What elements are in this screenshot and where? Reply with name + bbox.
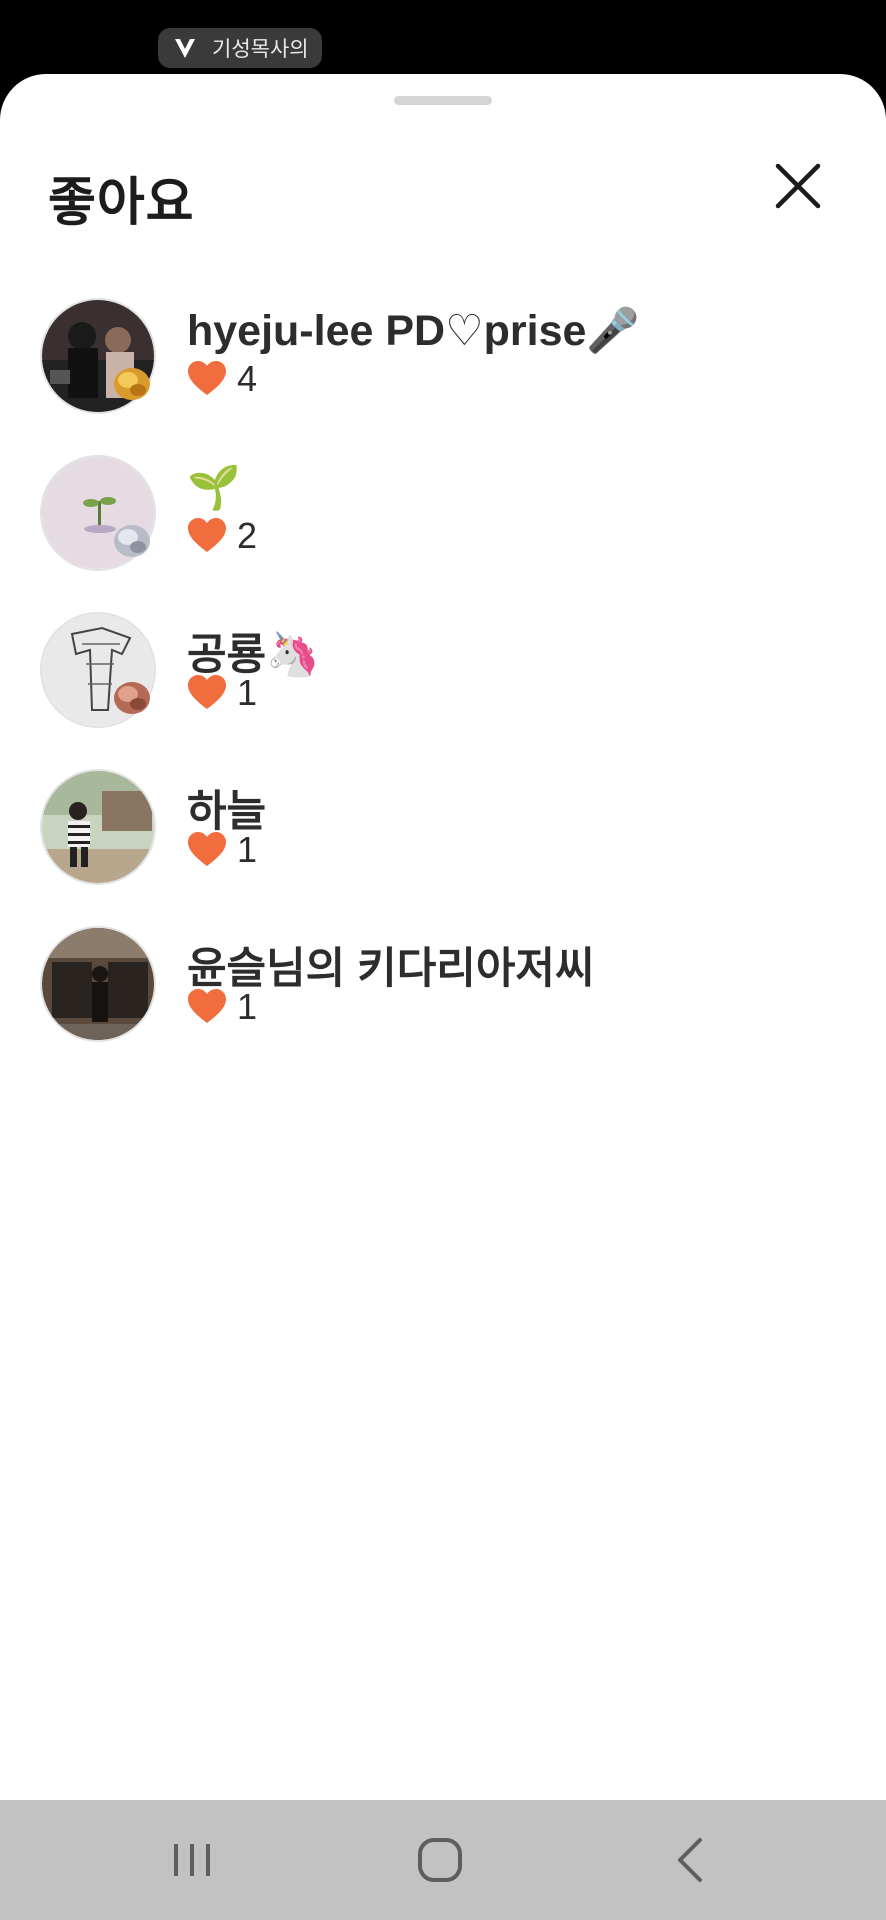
reaction-row: 1 [187, 672, 257, 714]
home-icon[interactable] [410, 1830, 470, 1890]
drag-handle[interactable] [394, 96, 492, 105]
like-count: 2 [237, 515, 258, 556]
heart-icon [188, 675, 226, 709]
avatar-photo [42, 928, 154, 1040]
heart-icon [188, 361, 226, 395]
list-item[interactable]: 🌱 2 [0, 449, 886, 579]
back-icon[interactable] [660, 1830, 720, 1890]
close-icon[interactable] [772, 160, 824, 212]
heart-icon [188, 989, 226, 1023]
list-item[interactable]: 윤슬님의 키다리아저씨 1 [0, 920, 886, 1050]
notification-text: 기성목사의 [212, 38, 309, 61]
heart-icon [188, 518, 226, 552]
bronze-badge-icon [114, 682, 150, 714]
reaction-row: 1 [187, 829, 257, 871]
likes-bottom-sheet: 좋아요 hyeju-lee PD♡prise🎤 4 🌱 2 공룡🦄 1 하늘 1… [0, 74, 886, 1800]
like-count: 1 [237, 986, 258, 1027]
like-count: 1 [237, 829, 258, 870]
list-item[interactable]: hyeju-lee PD♡prise🎤 4 [0, 292, 886, 422]
silver-badge-icon [114, 525, 150, 557]
list-item[interactable]: 공룡🦄 1 [0, 606, 886, 736]
navigation-bar [0, 1800, 886, 1920]
reaction-row: 1 [187, 986, 257, 1028]
notification-chip[interactable]: 기성목사의 [158, 28, 322, 68]
gold-badge-icon [114, 368, 150, 400]
like-count: 1 [237, 672, 258, 713]
v-logo-icon [175, 39, 195, 58]
list-item[interactable]: 하늘 1 [0, 763, 886, 893]
reaction-row: 2 [187, 515, 257, 557]
sheet-title: 좋아요 [48, 174, 195, 232]
user-name[interactable]: hyeju-lee PD♡prise🎤 [187, 306, 640, 356]
avatar-photo [42, 771, 154, 883]
user-name[interactable]: 🌱 [187, 463, 241, 513]
recent-apps-icon[interactable] [162, 1830, 222, 1890]
reaction-row: 4 [187, 358, 257, 400]
avatar[interactable] [40, 926, 156, 1042]
heart-icon [188, 832, 226, 866]
avatar[interactable] [40, 769, 156, 885]
like-count: 4 [237, 358, 258, 399]
